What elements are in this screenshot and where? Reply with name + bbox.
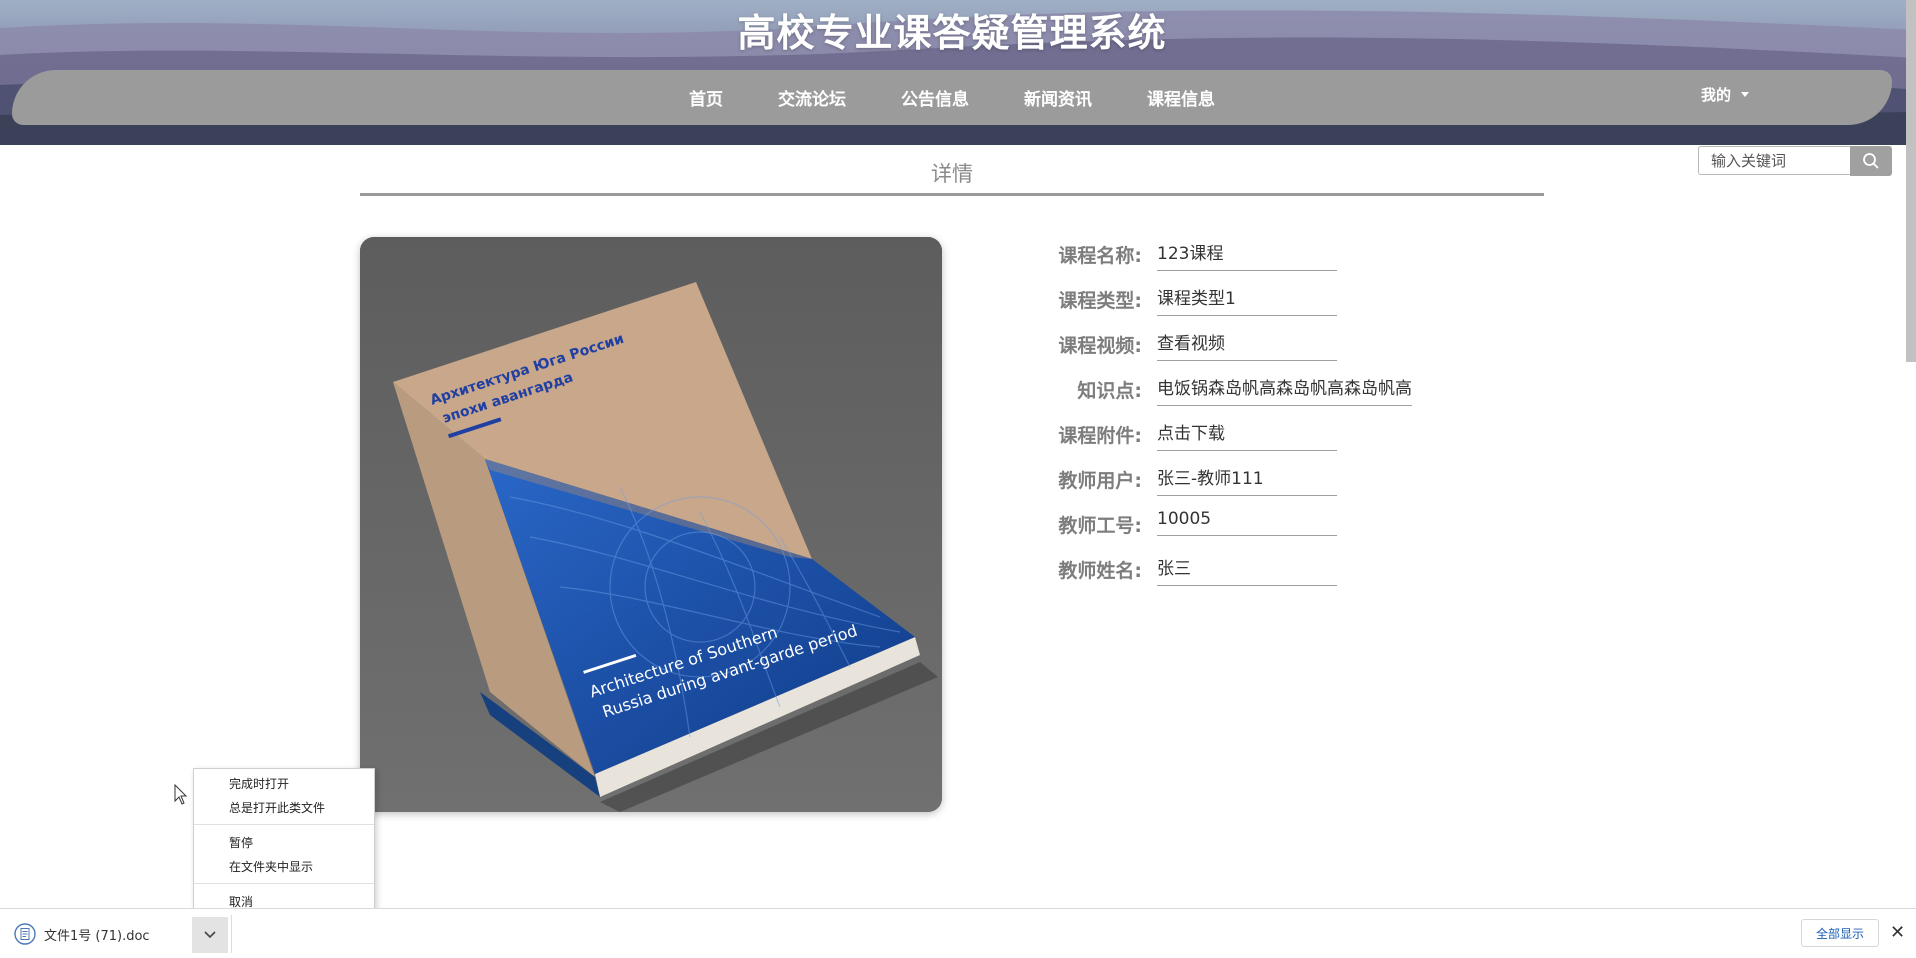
field-label: 教师用户: [1058,470,1142,492]
nav-item-news[interactable]: 新闻资讯 [1024,85,1092,110]
chevron-down-icon [204,931,216,939]
field-value: 张三 [1157,553,1337,586]
document-file-icon [14,923,36,945]
field-value: 课程类型1 [1157,283,1337,316]
field-value: 电饭锅森岛帆高森岛帆高森岛帆高 [1157,373,1412,406]
site-header: 高校专业课答疑管理系统 首页 交流论坛 公告信息 新闻资讯 课程信息 我的 [0,0,1916,145]
field-knowledge-points: 知识点: 电饭锅森岛帆高森岛帆高森岛帆高 [1040,373,1412,417]
menu-item-show-in-folder[interactable]: 在文件夹中显示 [229,858,313,875]
download-bar-divider [231,915,232,953]
nav-item-courses[interactable]: 课程信息 [1147,85,1215,110]
nav-item-home[interactable]: 首页 [689,85,723,110]
field-course-video: 课程视频: 查看视频 [1040,328,1337,372]
field-course-type: 课程类型: 课程类型1 [1040,283,1337,327]
field-course-name: 课程名称: 123课程 [1040,238,1337,282]
download-item[interactable]: 文件1号 (71).doc [14,923,150,945]
menu-item-open-when-done[interactable]: 完成时打开 [229,775,289,792]
field-course-attachment: 课程附件: 点击下载 [1040,418,1337,462]
field-label: 课程类型: [1058,290,1142,312]
field-label: 教师工号: [1058,515,1142,537]
user-menu[interactable]: 我的 [1701,84,1750,105]
field-value: 123课程 [1157,238,1337,271]
field-value: 10005 [1157,508,1337,536]
mouse-cursor-icon [174,784,188,805]
menu-separator [194,883,374,884]
section-title: 详情 [931,162,973,186]
download-context-menu: 完成时打开 总是打开此类文件 暂停 在文件夹中显示 取消 [193,768,375,915]
show-all-button[interactable]: 全部显示 [1801,919,1879,947]
menu-separator [194,824,374,825]
download-options-button[interactable] [192,917,228,953]
field-teacher-user: 教师用户: 张三-教师111 [1040,463,1337,507]
scrollbar-thumb[interactable] [1906,0,1916,362]
field-teacher-name: 教师姓名: 张三 [1040,553,1337,597]
site-title: 高校专业课答疑管理系统 [737,11,1167,55]
download-bar: 文件1号 (71).doc 全部显示 ✕ [0,908,1916,958]
field-label: 课程视频: [1058,335,1142,357]
download-link[interactable]: 点击下载 [1157,418,1337,451]
field-teacher-id: 教师工号: 10005 [1040,508,1337,552]
search-button[interactable] [1850,146,1892,176]
book-illustration: Архитектура Юга России эпохи авангарда A… [360,237,942,812]
view-video-link[interactable]: 查看视频 [1157,328,1337,361]
search-icon [1863,153,1879,169]
field-label: 教师姓名: [1058,560,1142,582]
nav-item-announcements[interactable]: 公告信息 [901,85,969,110]
close-icon[interactable]: ✕ [1890,922,1905,943]
field-label: 课程名称: [1058,245,1142,267]
search-input[interactable] [1698,146,1850,175]
field-value: 张三-教师111 [1157,463,1337,496]
nav-item-forum[interactable]: 交流论坛 [778,85,846,110]
menu-item-pause[interactable]: 暂停 [229,834,253,851]
field-label: 课程附件: [1058,425,1142,447]
field-label: 知识点: [1077,380,1142,402]
download-filename: 文件1号 (71).doc [44,928,150,944]
user-menu-label: 我的 [1701,86,1732,104]
menu-item-always-open-type[interactable]: 总是打开此类文件 [229,799,325,816]
course-image: Архитектура Юга России эпохи авангарда A… [360,237,942,812]
section-divider [360,193,1544,196]
caret-down-icon [1741,92,1750,97]
nav-menu: 首页 交流论坛 公告信息 新闻资讯 课程信息 [0,70,1904,125]
